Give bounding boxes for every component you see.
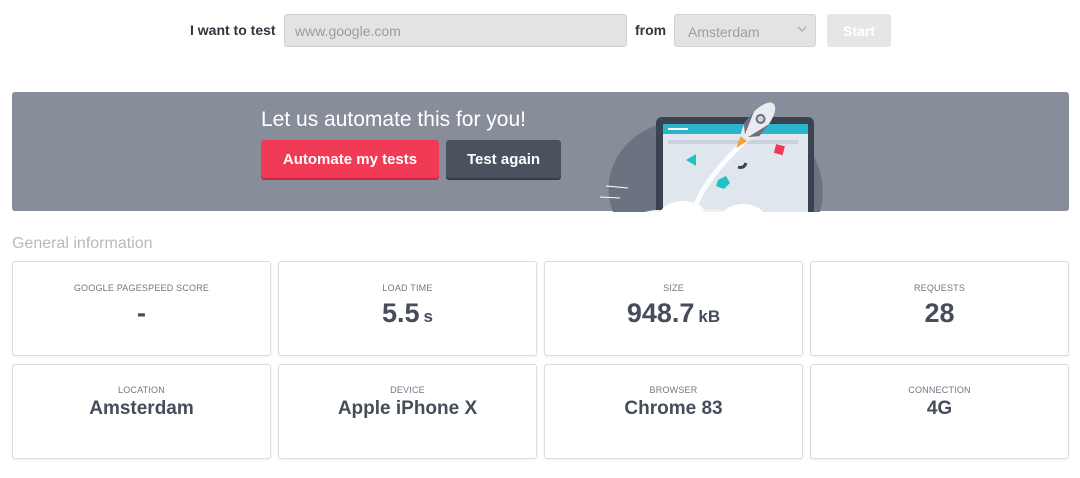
size-card: SIZE 948.7 kB: [544, 261, 803, 356]
card-label: REQUESTS: [913, 283, 966, 293]
card-value: 948.7 kB: [626, 298, 721, 328]
automate-tests-button[interactable]: Automate my tests: [261, 140, 439, 178]
location-card: LOCATION Amsterdam: [12, 364, 271, 459]
card-label: LOAD TIME: [382, 283, 433, 293]
load-time-card: LOAD TIME 5.5 s: [278, 261, 537, 356]
card-label: SIZE: [663, 283, 684, 293]
card-value: Chrome 83: [624, 398, 723, 419]
device-card: DEVICE Apple iPhone X: [278, 364, 537, 459]
automation-banner: Let us automate this for you! Automate m…: [12, 92, 1069, 212]
browser-card: BROWSER Chrome 83: [544, 364, 803, 459]
banner-title: Let us automate this for you!: [261, 108, 526, 131]
card-value: Apple iPhone X: [337, 398, 478, 419]
card-label: GOOGLE PAGESPEED SCORE: [73, 283, 210, 293]
from-label: from: [635, 22, 667, 38]
chevron-down-icon: [797, 26, 807, 32]
requests-card: REQUESTS 28: [810, 261, 1069, 356]
connection-card: CONNECTION 4G: [810, 364, 1069, 459]
general-info-title: General information: [12, 235, 153, 252]
start-button[interactable]: Start: [827, 14, 891, 47]
location-select-value: Amsterdam: [688, 24, 760, 40]
card-label: LOCATION: [118, 385, 165, 395]
card-unit: s: [423, 307, 433, 326]
test-url-label: I want to test: [190, 22, 276, 38]
rocket-laptop-illustration: [599, 102, 823, 212]
card-unit: kB: [698, 307, 721, 326]
url-input[interactable]: [284, 14, 627, 47]
test-again-button[interactable]: Test again: [446, 140, 561, 178]
card-value: 4G: [926, 398, 953, 419]
card-value: 5.5 s: [381, 298, 433, 328]
location-select[interactable]: Amsterdam: [674, 14, 816, 47]
card-value: -: [137, 298, 146, 328]
card-value: 28: [924, 298, 955, 328]
card-label: DEVICE: [390, 385, 425, 395]
pagespeed-score-card: GOOGLE PAGESPEED SCORE -: [12, 261, 271, 356]
card-value: Amsterdam: [89, 398, 194, 419]
card-label: BROWSER: [649, 385, 698, 395]
card-label: CONNECTION: [908, 385, 971, 395]
test-bar: I want to test from Amsterdam Start: [0, 14, 1080, 47]
